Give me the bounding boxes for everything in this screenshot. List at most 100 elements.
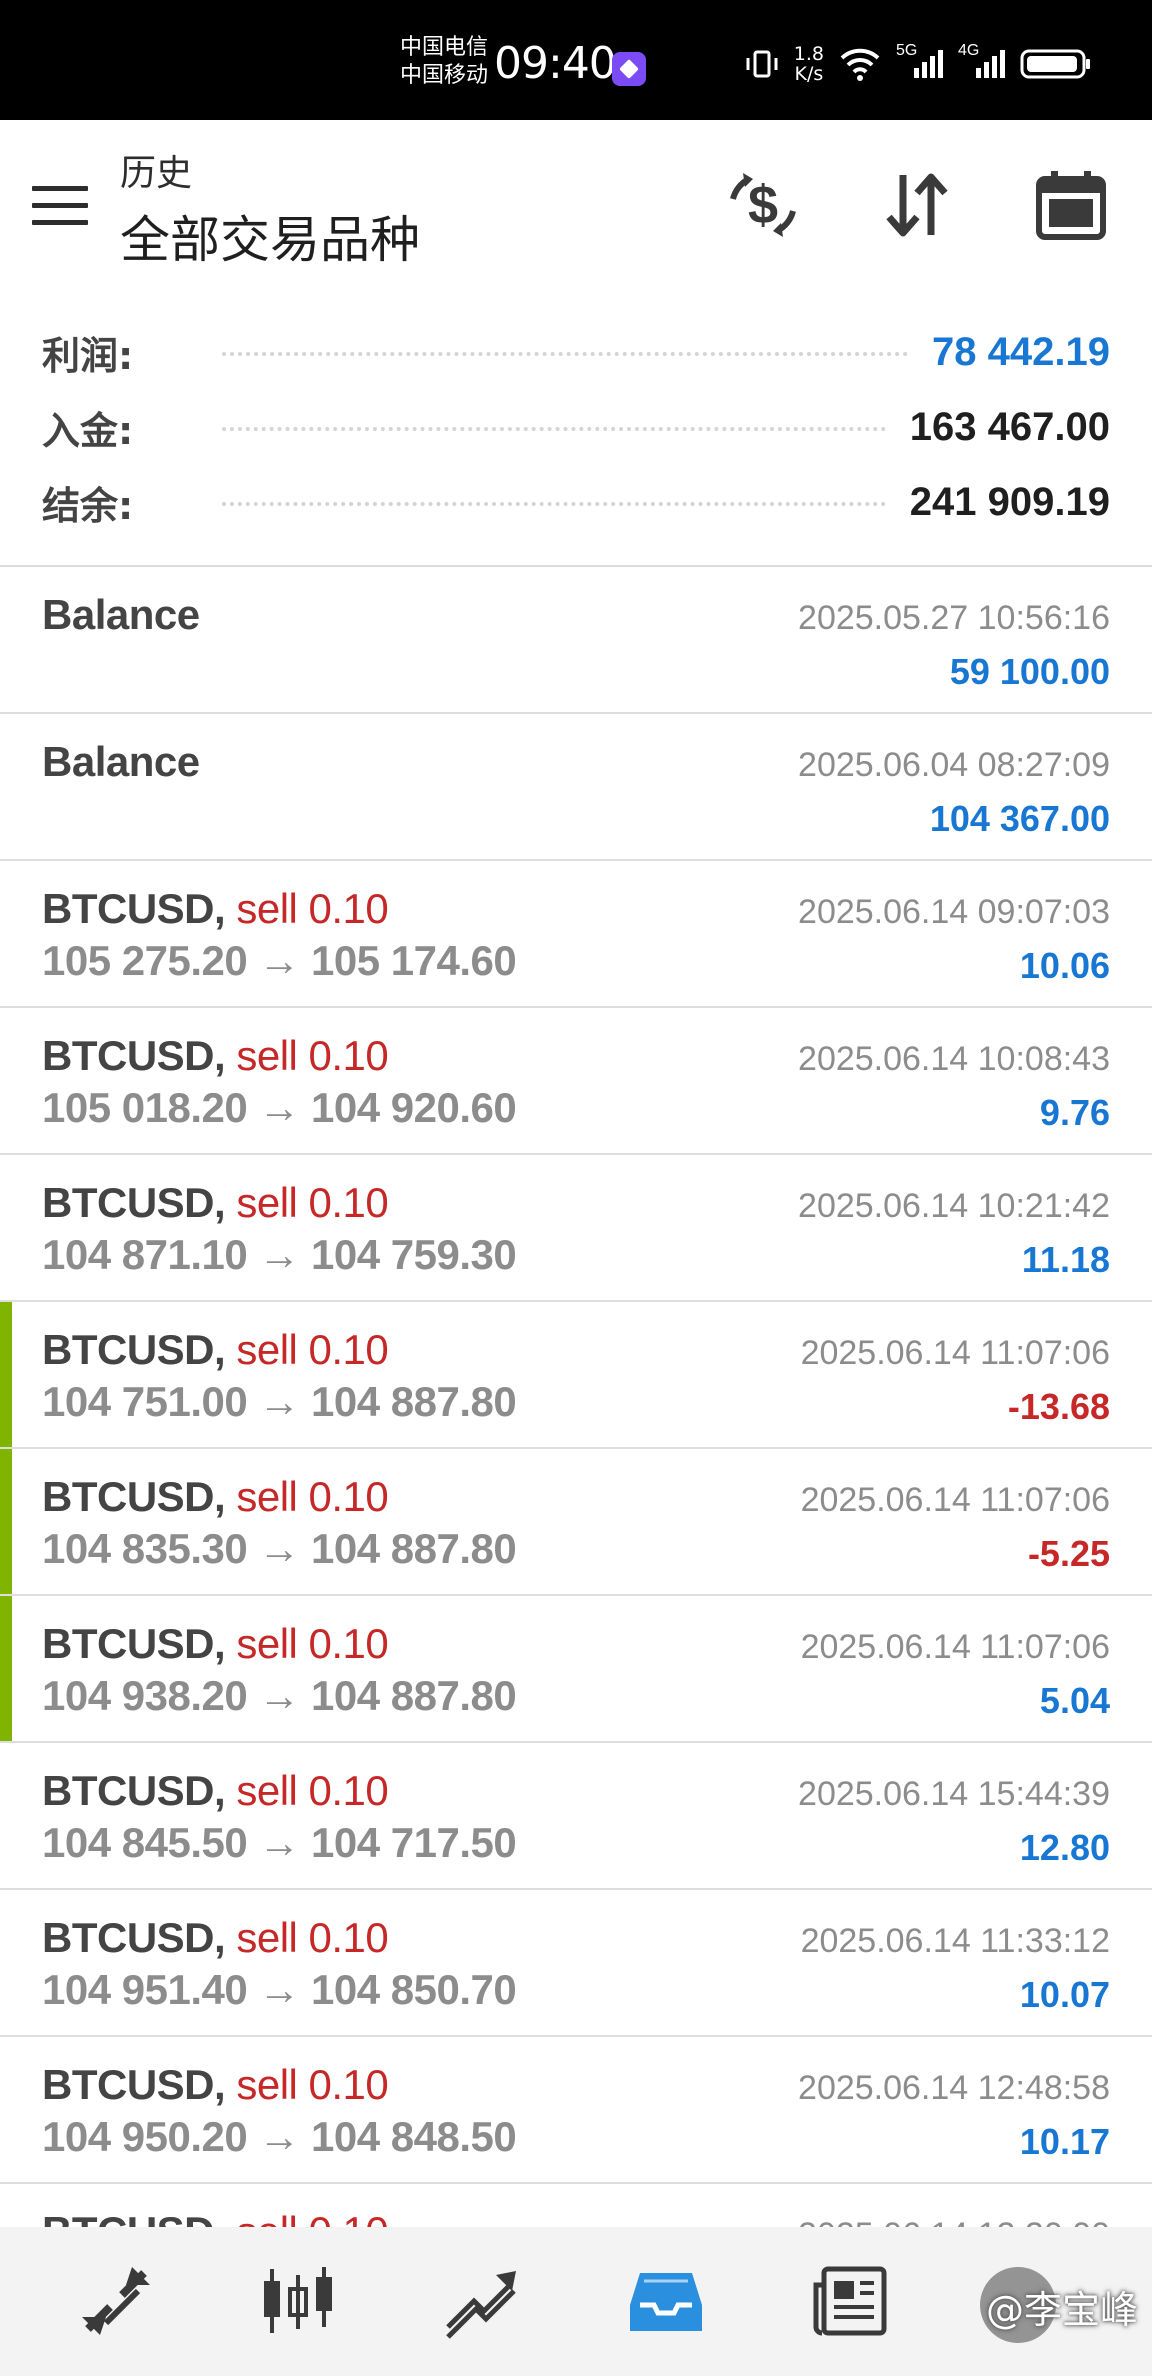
sort-icon[interactable] (872, 160, 962, 250)
history-list[interactable]: Balance 2025.05.27 10:56:16 59 100.00 Balan… (0, 567, 1152, 2227)
history-row[interactable]: BTCUSD, sell 0.10 105 275.20 → 105 174.60… (0, 861, 1152, 1008)
row-prices: 104 950.20 → 104 848.50 (42, 2113, 517, 2160)
row-date: 2025.06.14 11:07:06 (800, 1628, 1110, 1666)
menu-icon[interactable] (32, 186, 88, 226)
row-symbol: BTCUSD, (42, 1473, 226, 1520)
dotted-leader (222, 348, 909, 356)
row-date: 2025.06.14 12:48:58 (798, 2069, 1110, 2107)
status-time: 09:40 (494, 38, 617, 89)
history-row[interactable]: BTCUSD, sell 0.10 104 835.30 → 104 887.80… (0, 1449, 1152, 1596)
status-bar: 中国电信 中国移动 09:40 1.8 K/s 5G 4G (0, 0, 1152, 120)
row-symbol-line: Balance (42, 591, 200, 639)
row-prices: 104 871.10 → 104 759.30 (42, 1231, 517, 1278)
history-row[interactable]: Balance 2025.05.27 10:56:16 59 100.00 (0, 567, 1152, 714)
row-prices: 104 845.50 → 104 717.50 (42, 1819, 517, 1866)
row-symbol: BTCUSD, (42, 1914, 226, 1961)
row-side: sell 0.10 (236, 1179, 389, 1226)
profit-value: 78 442.19 (932, 329, 1110, 374)
row-symbol: BTCUSD, (42, 1620, 226, 1667)
net-speed: 1.8 K/s (794, 44, 824, 84)
trade-icon[interactable] (430, 2251, 530, 2351)
row-date: 2025.06.14 11:07:06 (800, 1481, 1110, 1519)
row-profit: 10.06 (1019, 945, 1110, 986)
history-row[interactable]: BTCUSD, sell 0.10 2025.06.14 12:20:00 (0, 2184, 1152, 2227)
battery-icon (1020, 46, 1092, 82)
page-title[interactable]: 全部交易品种 (120, 200, 420, 272)
row-date: 2025.06.14 10:08:43 (798, 1040, 1110, 1078)
history-row[interactable]: BTCUSD, sell 0.10 104 751.00 → 104 887.80… (0, 1302, 1152, 1449)
history-row[interactable]: BTCUSD, sell 0.10 104 950.20 → 104 848.50… (0, 2037, 1152, 2184)
row-prices: 104 835.30 → 104 887.80 (42, 1525, 517, 1572)
row-symbol-line: BTCUSD, sell 0.10 (42, 1032, 389, 1080)
row-profit: 9.76 (1039, 1092, 1110, 1133)
row-side: sell 0.10 (236, 1326, 389, 1373)
row-date: 2025.06.14 10:21:42 (798, 1187, 1110, 1225)
page-subtitle: 历史 (120, 153, 193, 194)
carrier-labels: 中国电信 中国移动 (400, 34, 488, 90)
row-prices: 104 751.00 → 104 887.80 (42, 1378, 517, 1425)
position-marker (0, 1302, 12, 1447)
row-date: 2025.06.04 08:27:09 (798, 746, 1110, 784)
row-side: sell 0.10 (236, 1473, 389, 1520)
row-symbol: BTCUSD, (42, 885, 226, 932)
profit-label: 利润: (42, 333, 134, 378)
row-profit: 10.07 (1019, 1974, 1110, 2015)
chart-icon[interactable] (248, 2251, 348, 2351)
calendar-icon[interactable] (1026, 160, 1116, 250)
history-row[interactable]: BTCUSD, sell 0.10 104 845.50 → 104 717.50… (0, 1743, 1152, 1890)
sim1-label: 5G (896, 42, 918, 59)
history-row[interactable]: BTCUSD, sell 0.10 104 951.40 → 104 850.70… (0, 1890, 1152, 2037)
carrier-1: 中国电信 (400, 35, 489, 60)
row-date: 2025.06.14 12:20:00 (798, 2216, 1110, 2227)
row-symbol: BTCUSD, (42, 1326, 226, 1373)
row-prices: 105 275.20 → 105 174.60 (42, 937, 517, 984)
row-symbol: BTCUSD, (42, 1032, 226, 1079)
row-side: sell 0.10 (236, 1620, 389, 1667)
bottom-navigation: @李宝峰 (0, 2227, 1152, 2376)
wifi-icon (838, 46, 882, 82)
sim2-label: 4G (958, 42, 980, 59)
row-symbol: Balance (42, 591, 200, 638)
history-row[interactable]: Balance 2025.06.04 08:27:09 104 367.00 (0, 714, 1152, 861)
dotted-leader (222, 423, 886, 431)
deposit-value: 163 467.00 (909, 404, 1110, 449)
row-side: sell 0.10 (236, 1767, 389, 1814)
balance-row: 结余: 241 909.19 (42, 472, 1110, 532)
row-symbol: BTCUSD, (42, 1179, 226, 1226)
profit-row: 利润: 78 442.19 (42, 322, 1110, 382)
carrier-2: 中国移动 (400, 63, 489, 88)
position-marker (0, 1449, 12, 1594)
row-symbol-line: BTCUSD, sell 0.10 (42, 1914, 389, 1962)
history-row[interactable]: BTCUSD, sell 0.10 104 871.10 → 104 759.30… (0, 1155, 1152, 1302)
watermark-text: @李宝峰 (985, 2288, 1138, 2332)
row-profit: 59 100.00 (949, 651, 1110, 692)
dotted-leader (222, 498, 886, 506)
row-symbol-line: BTCUSD, sell 0.10 (42, 1326, 389, 1374)
row-symbol-line: BTCUSD, sell 0.10 (42, 885, 389, 933)
row-date: 2025.06.14 11:33:12 (800, 1922, 1110, 1960)
balance-label: 结余: (42, 483, 134, 528)
row-symbol-line: BTCUSD, sell 0.10 (42, 2208, 389, 2227)
row-symbol: BTCUSD, (42, 2061, 226, 2108)
row-profit: 12.80 (1019, 1827, 1110, 1868)
currency-exchange-icon[interactable]: $ (718, 160, 808, 250)
position-marker (0, 1596, 12, 1741)
app-notification-icon (612, 52, 646, 86)
row-symbol-line: BTCUSD, sell 0.10 (42, 1473, 389, 1521)
row-prices: 104 938.20 → 104 887.80 (42, 1672, 517, 1719)
row-symbol: BTCUSD, (42, 2208, 226, 2227)
history-row[interactable]: BTCUSD, sell 0.10 105 018.20 → 104 920.60… (0, 1008, 1152, 1155)
row-symbol-line: Balance (42, 738, 200, 786)
history-icon[interactable] (616, 2251, 716, 2351)
row-side: sell 0.10 (236, 1914, 389, 1961)
vibrate-icon (744, 46, 780, 82)
signal-4g-icon: 4G (958, 42, 1006, 82)
news-icon[interactable] (800, 2251, 900, 2351)
row-symbol: Balance (42, 738, 200, 785)
row-side: sell 0.10 (236, 2208, 388, 2227)
history-row[interactable]: BTCUSD, sell 0.10 104 938.20 → 104 887.80… (0, 1596, 1152, 1743)
quotes-icon[interactable] (66, 2251, 166, 2351)
net-speed-value: 1.8 (793, 43, 824, 65)
row-profit: 5.04 (1039, 1680, 1110, 1721)
deposit-label: 入金: (42, 408, 134, 453)
